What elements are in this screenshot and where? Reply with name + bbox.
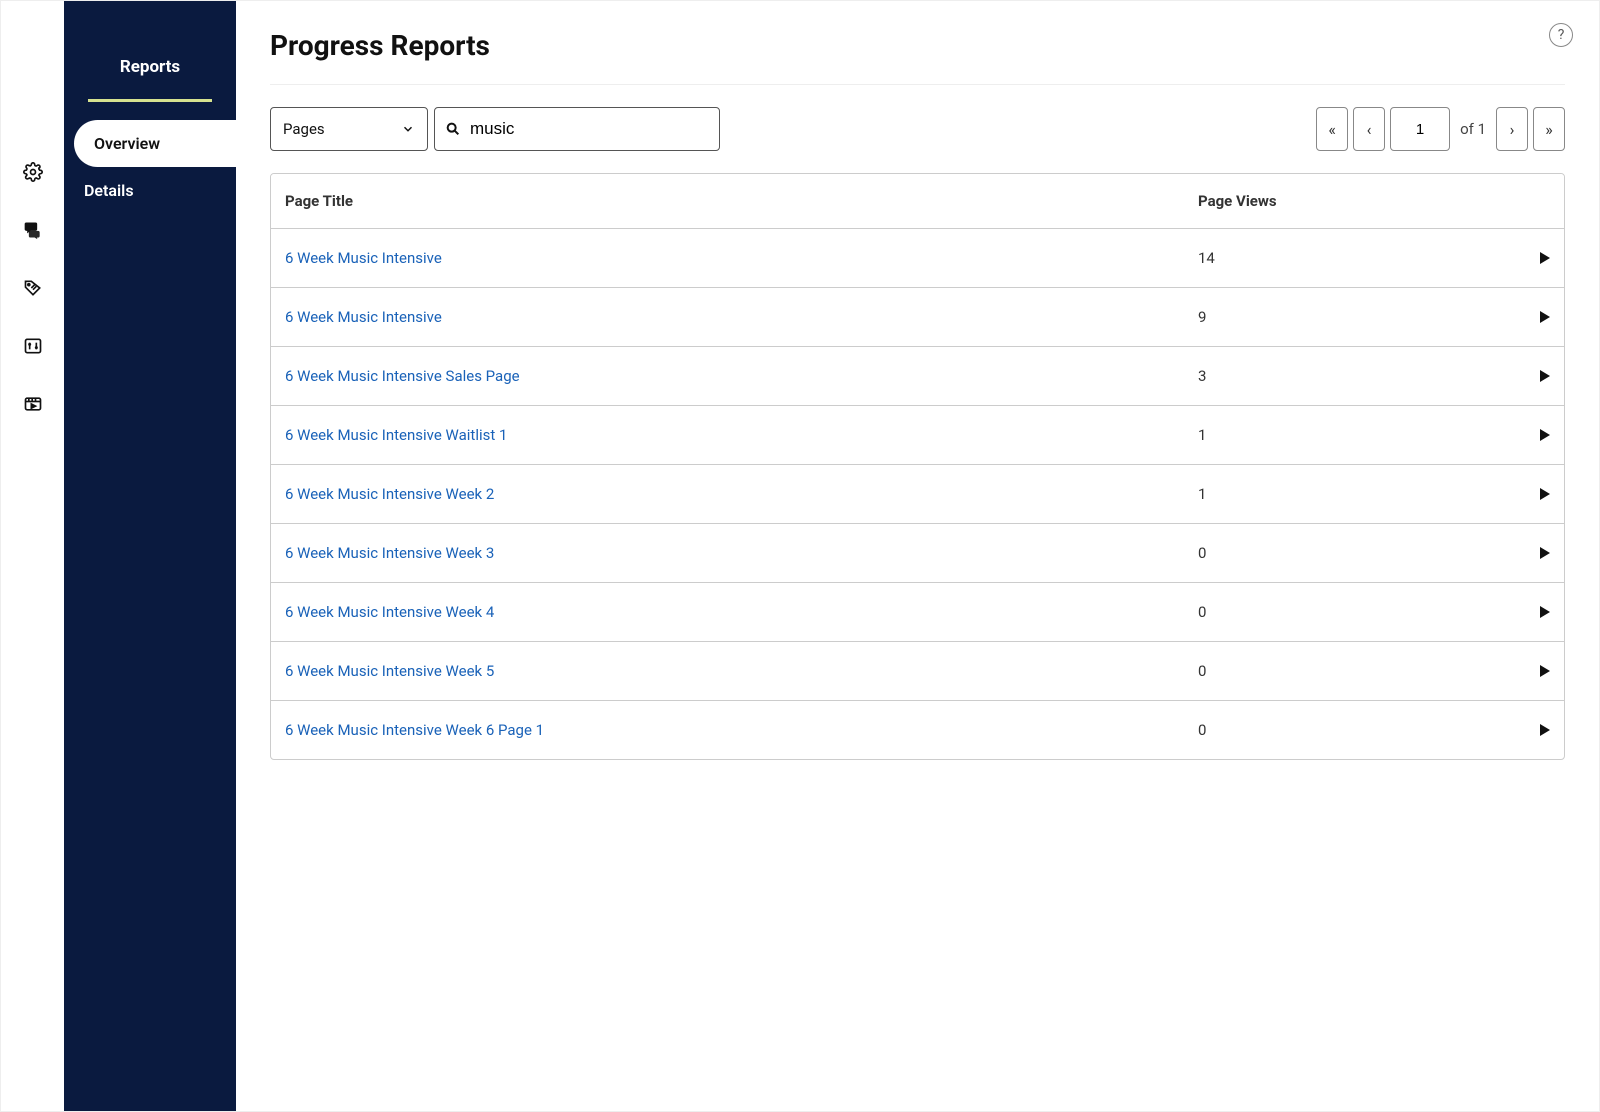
page-current-input[interactable] xyxy=(1391,121,1449,138)
row-page-views: 14 xyxy=(1184,229,1504,287)
table-row: 6 Week Music Intensive Week 6 Page 10 xyxy=(271,700,1564,759)
page-next-button[interactable]: › xyxy=(1496,107,1528,151)
divider xyxy=(270,84,1565,85)
sidebar: Reports Overview Details xyxy=(64,1,236,1111)
row-page-title-link[interactable]: 6 Week Music Intensive xyxy=(271,288,1184,346)
table-row: 6 Week Music Intensive Week 40 xyxy=(271,582,1564,641)
icon-rail xyxy=(1,1,64,1111)
chevron-right-icon: › xyxy=(1510,120,1515,139)
double-chevron-left-icon: « xyxy=(1328,120,1336,139)
double-chevron-right-icon: » xyxy=(1545,120,1553,139)
row-expand-button[interactable] xyxy=(1504,468,1564,520)
app-root: Reports Overview Details ? Progress Repo… xyxy=(0,0,1600,1112)
table-row: 6 Week Music Intensive Week 21 xyxy=(271,464,1564,523)
row-page-views: 1 xyxy=(1184,465,1504,523)
table-header: Page Title Page Views xyxy=(271,174,1564,229)
row-page-title-link[interactable]: 6 Week Music Intensive Waitlist 1 xyxy=(271,406,1184,464)
header-page-title: Page Title xyxy=(271,174,1184,228)
row-page-title-link[interactable]: 6 Week Music Intensive Week 2 xyxy=(271,465,1184,523)
sidebar-item-details[interactable]: Details xyxy=(64,167,236,214)
row-expand-button[interactable] xyxy=(1504,291,1564,343)
header-page-views: Page Views xyxy=(1184,174,1504,228)
table-row: 6 Week Music Intensive Week 30 xyxy=(271,523,1564,582)
search-box[interactable] xyxy=(434,107,720,151)
gear-icon[interactable] xyxy=(22,161,44,183)
row-page-views: 1 xyxy=(1184,406,1504,464)
triangle-right-icon xyxy=(1540,370,1550,382)
video-icon[interactable] xyxy=(22,393,44,415)
triangle-right-icon xyxy=(1540,311,1550,323)
main-content: ? Progress Reports Pages xyxy=(236,1,1599,1111)
page-current-field[interactable] xyxy=(1390,107,1450,151)
row-expand-button[interactable] xyxy=(1504,232,1564,284)
help-button[interactable]: ? xyxy=(1549,23,1573,47)
page-title: Progress Reports xyxy=(270,29,1565,62)
table-row: 6 Week Music Intensive14 xyxy=(271,229,1564,287)
search-input[interactable] xyxy=(470,119,709,139)
search-icon xyxy=(445,121,461,137)
row-expand-button[interactable] xyxy=(1504,704,1564,756)
table-row: 6 Week Music Intensive9 xyxy=(271,287,1564,346)
row-page-title-link[interactable]: 6 Week Music Intensive Week 3 xyxy=(271,524,1184,582)
controls-row: Pages « ‹ xyxy=(270,107,1565,151)
row-page-views: 9 xyxy=(1184,288,1504,346)
controls-left: Pages xyxy=(270,107,720,151)
row-page-title-link[interactable]: 6 Week Music Intensive Week 5 xyxy=(271,642,1184,700)
triangle-right-icon xyxy=(1540,488,1550,500)
results-table: Page Title Page Views 6 Week Music Inten… xyxy=(270,173,1565,760)
row-page-title-link[interactable]: 6 Week Music Intensive Week 6 Page 1 xyxy=(271,701,1184,759)
table-row: 6 Week Music Intensive Waitlist 11 xyxy=(271,405,1564,464)
row-page-views: 3 xyxy=(1184,347,1504,405)
table-row: 6 Week Music Intensive Sales Page3 xyxy=(271,346,1564,405)
table-row: 6 Week Music Intensive Week 50 xyxy=(271,641,1564,700)
row-expand-button[interactable] xyxy=(1504,586,1564,638)
sidebar-item-label: Overview xyxy=(94,134,160,153)
row-expand-button[interactable] xyxy=(1504,409,1564,461)
row-expand-button[interactable] xyxy=(1504,645,1564,697)
sidebar-item-overview[interactable]: Overview xyxy=(74,120,236,167)
row-page-views: 0 xyxy=(1184,583,1504,641)
row-expand-button[interactable] xyxy=(1504,527,1564,579)
chevron-down-icon xyxy=(401,122,415,136)
comments-icon[interactable] xyxy=(22,219,44,241)
row-expand-button[interactable] xyxy=(1504,350,1564,402)
triangle-right-icon xyxy=(1540,252,1550,264)
page-total-label: of 1 xyxy=(1460,120,1486,138)
triangle-right-icon xyxy=(1540,665,1550,677)
triangle-right-icon xyxy=(1540,547,1550,559)
header-expand xyxy=(1504,174,1564,228)
row-page-views: 0 xyxy=(1184,524,1504,582)
triangle-right-icon xyxy=(1540,724,1550,736)
sidebar-underline xyxy=(88,99,212,102)
filter-dropdown[interactable]: Pages xyxy=(270,107,428,151)
row-page-title-link[interactable]: 6 Week Music Intensive xyxy=(271,229,1184,287)
sliders-icon[interactable] xyxy=(22,335,44,357)
sidebar-title: Reports xyxy=(64,1,236,99)
sidebar-item-label: Details xyxy=(84,181,134,200)
help-icon: ? xyxy=(1558,27,1565,43)
tag-icon[interactable] xyxy=(22,277,44,299)
triangle-right-icon xyxy=(1540,606,1550,618)
table-body: 6 Week Music Intensive146 Week Music Int… xyxy=(271,229,1564,759)
page-prev-button[interactable]: ‹ xyxy=(1353,107,1385,151)
page-last-button[interactable]: » xyxy=(1533,107,1565,151)
page-first-button[interactable]: « xyxy=(1316,107,1348,151)
filter-selected: Pages xyxy=(283,120,325,138)
row-page-views: 0 xyxy=(1184,642,1504,700)
row-page-title-link[interactable]: 6 Week Music Intensive Week 4 xyxy=(271,583,1184,641)
chevron-left-icon: ‹ xyxy=(1367,120,1372,139)
row-page-views: 0 xyxy=(1184,701,1504,759)
pagination: « ‹ of 1 › » xyxy=(1316,107,1565,151)
row-page-title-link[interactable]: 6 Week Music Intensive Sales Page xyxy=(271,347,1184,405)
triangle-right-icon xyxy=(1540,429,1550,441)
